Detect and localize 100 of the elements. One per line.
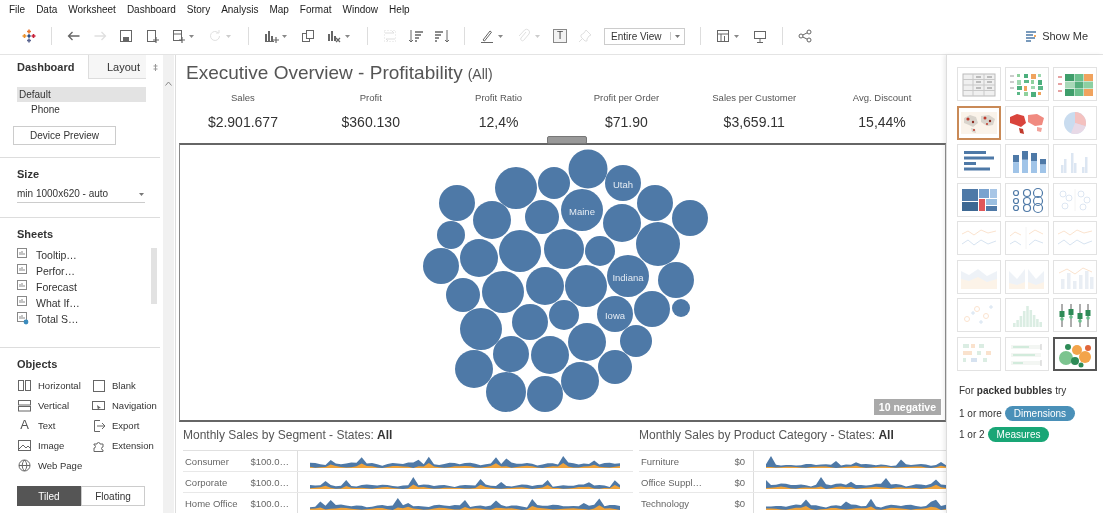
axis-value: $100.0…: [249, 497, 290, 509]
requirement-label: 1 or more: [959, 407, 1002, 419]
scrollbar[interactable]: [151, 248, 157, 304]
object-item[interactable]: Web Page: [38, 459, 83, 471]
section-heading: Objects: [17, 358, 59, 370]
sheet-item[interactable]: Perfor…: [36, 264, 76, 277]
menu-item[interactable]: Format: [299, 3, 332, 15]
caret-icon[interactable]: [281, 32, 288, 40]
bubble: [499, 230, 541, 273]
resize-handle[interactable]: [547, 136, 587, 145]
size-dropdown[interactable]: min 1000x620 - auto: [17, 188, 145, 203]
device-item[interactable]: Default: [17, 87, 146, 102]
kpi-label: Profit: [358, 92, 383, 104]
presentation-icon[interactable]: [751, 28, 768, 44]
bubble: [460, 308, 502, 351]
sheet-item[interactable]: What If…: [36, 296, 80, 309]
panel-tab[interactable]: Layout: [88, 55, 146, 79]
caret-icon[interactable]: [344, 32, 351, 40]
scroll-up-icon[interactable]: [165, 81, 172, 86]
menu-item[interactable]: Window: [342, 3, 379, 15]
menu-item[interactable]: Analysis: [221, 3, 259, 15]
panel-title: Monthly Sales by Segment - States: All: [183, 428, 394, 443]
caret-icon[interactable]: [732, 32, 740, 40]
add-chart-icon[interactable]: [263, 28, 279, 44]
menu-item[interactable]: Worksheet: [68, 3, 116, 15]
field-type-pill: Measures: [987, 426, 1050, 442]
scrollbar[interactable]: [163, 55, 174, 513]
image-icon: [17, 437, 32, 453]
text-label-button[interactable]: T: [553, 29, 568, 43]
menu-item[interactable]: File: [9, 3, 26, 15]
bubble: [605, 165, 641, 202]
row-label: Technology: [640, 497, 691, 509]
sort-ascending-icon[interactable]: [408, 28, 424, 44]
device-preview-button[interactable]: Device Preview: [13, 126, 116, 145]
axis-value: $0: [733, 476, 746, 488]
sheet-icon: [17, 312, 29, 325]
negative-count-badge: 10 negative: [873, 399, 941, 416]
bubble: [525, 200, 559, 235]
bubble: [446, 278, 480, 313]
bubble: [495, 167, 537, 210]
bubble: [544, 229, 584, 270]
object-item[interactable]: Text: [38, 419, 56, 431]
object-item[interactable]: Horizontal: [38, 379, 81, 391]
sheet-item[interactable]: Total S…: [36, 312, 79, 325]
kpi-value: 12,4%: [477, 114, 520, 131]
panel-title: Monthly Sales by Product Category - States: All: [639, 428, 895, 443]
hint-text: For packed bubbles try: [959, 384, 1068, 396]
text-table-icon: [959, 70, 999, 98]
bubble-label: Iowa: [604, 310, 626, 322]
object-item[interactable]: Image: [38, 439, 65, 451]
pen-icon[interactable]: [479, 28, 495, 44]
bubble: [598, 350, 632, 385]
menu-item[interactable]: Dashboard: [126, 3, 176, 15]
bubble: [531, 336, 569, 375]
duplicate-icon[interactable]: [300, 28, 316, 44]
new-sheet-icon[interactable]: [144, 28, 160, 44]
bubble: [585, 236, 615, 267]
object-item[interactable]: Export: [112, 419, 140, 431]
bubble: [455, 350, 493, 389]
sort-descending-icon[interactable]: [434, 28, 450, 44]
object-item[interactable]: Blank: [112, 379, 136, 391]
layout-mode-toggle[interactable]: Tiled: [17, 486, 81, 506]
view-dropdown[interactable]: Entire View: [604, 27, 685, 45]
layout-mode-toggle[interactable]: Floating: [81, 486, 145, 506]
bubble: [568, 323, 606, 362]
axis-value: $0: [733, 455, 746, 467]
requirement-label: 1 or 2: [959, 428, 985, 440]
bubble: [437, 221, 465, 250]
clear-chart-icon[interactable]: [326, 28, 342, 44]
logo-icon[interactable]: [21, 28, 37, 44]
bubble: [597, 296, 633, 333]
new-dashboard-icon[interactable]: [170, 28, 186, 44]
grid-icon[interactable]: [714, 28, 731, 44]
share-icon[interactable]: [796, 28, 813, 44]
caret-icon[interactable]: [188, 32, 195, 40]
caret-icon[interactable]: [497, 32, 504, 40]
object-item[interactable]: Extension: [112, 439, 154, 451]
horizontal-layout-icon: [17, 377, 32, 393]
pin-icon[interactable]: [152, 62, 159, 72]
sheet-item[interactable]: Tooltip…: [36, 248, 77, 261]
axis-value: $0: [733, 497, 746, 509]
sheet-item[interactable]: Forecast: [36, 280, 77, 293]
menu-item[interactable]: Data: [36, 3, 58, 15]
sheet-icon: [17, 296, 29, 309]
row-label: Corporate: [184, 476, 229, 488]
bubble: [672, 200, 708, 237]
object-item[interactable]: Vertical: [38, 399, 70, 411]
object-item[interactable]: Navigation: [112, 399, 157, 411]
menu-item[interactable]: Help: [389, 3, 410, 15]
chart-type-button[interactable]: [1053, 336, 1097, 371]
menu-item[interactable]: Story: [186, 3, 211, 15]
axis-value: $100.0…: [249, 476, 290, 488]
bubble: [634, 291, 670, 328]
bubble: [512, 304, 548, 341]
bubble: [473, 201, 511, 240]
kpi-label: Sales per Customer: [711, 92, 798, 104]
bubble: [486, 372, 526, 413]
save-icon[interactable]: [118, 28, 134, 44]
menu-item[interactable]: Map: [269, 3, 289, 15]
device-item[interactable]: Phone: [17, 102, 146, 117]
